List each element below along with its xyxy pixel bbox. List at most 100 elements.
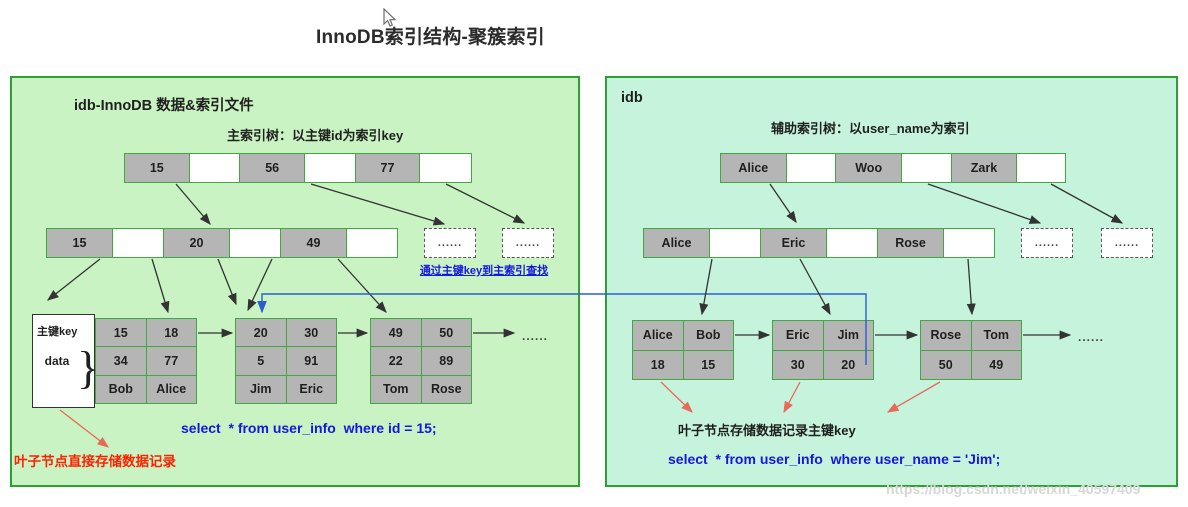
leaf-row: Tom Rose (371, 375, 471, 403)
node-key-cell[interactable]: 49 (281, 229, 347, 257)
page-title: InnoDB索引结构-聚簇索引 (316, 27, 545, 48)
node-key-cell[interactable]: Rose (878, 229, 944, 257)
leaf-row: 22 89 (371, 347, 471, 376)
secondary-root-node[interactable]: Alice Woo Zark (720, 153, 1066, 183)
primary-level2-node[interactable]: 15 20 49 (46, 228, 398, 258)
leaf-cell[interactable]: 5 (236, 347, 287, 375)
secondary-panel-title: idb (621, 90, 643, 106)
node-pointer-cell[interactable] (1017, 154, 1066, 182)
leaf-cell[interactable]: Jim (823, 321, 873, 350)
secondary-leaf-tail-dots: ...... (1078, 330, 1105, 344)
node-key-cell[interactable]: Alice (721, 154, 787, 182)
secondary-leaf-node[interactable]: Alice Bob 18 15 (632, 320, 734, 380)
primary-leaf-tail-dots: ...... (522, 329, 549, 343)
leaf-row: Alice Bob (633, 321, 733, 351)
leaf-cell[interactable]: Alice (146, 375, 196, 403)
leaf-legend-key-label: 主键key (37, 326, 78, 338)
leaf-row: 34 77 (96, 347, 196, 376)
node-pointer-cell[interactable] (827, 229, 878, 257)
node-key-cell[interactable]: Eric (761, 229, 827, 257)
node-pointer-cell[interactable] (347, 229, 397, 257)
leaf-cell[interactable]: Eric (773, 321, 824, 350)
leaf-cell[interactable]: 50 (421, 319, 471, 347)
primary-panel-title: idb-InnoDB 数据&索引文件 (74, 98, 254, 114)
secondary-level2-node[interactable]: Alice Eric Rose (643, 228, 995, 258)
leaf-cell[interactable]: 49 (971, 350, 1021, 379)
leaf-cell[interactable]: 18 (633, 350, 684, 379)
secondary-sql-annotation: select * from user_info where user_name … (668, 451, 1001, 467)
leaf-cell[interactable]: Rose (921, 321, 972, 350)
secondary-tree-title: 辅助索引树：以user_name为索引 (771, 121, 970, 136)
leaf-store-annotation: 叶子节点直接存储数据记录 (14, 454, 176, 469)
leaf-row: 30 20 (773, 350, 873, 379)
leaf-legend-box: 主键key data } (32, 314, 99, 408)
leaf-cell[interactable]: 30 (773, 350, 824, 379)
leaf-cell[interactable]: 89 (421, 347, 471, 375)
leaf-cell[interactable]: Rose (421, 375, 471, 403)
leaf-cell[interactable]: 34 (96, 347, 147, 375)
leaf-cell[interactable]: 30 (286, 319, 336, 347)
primary-ellipsis-node: ...... (424, 228, 476, 258)
curly-brace-icon: } (77, 342, 100, 393)
leaf-cell[interactable]: 50 (921, 350, 972, 379)
secondary-ellipsis-node: ...... (1021, 228, 1073, 258)
leaf-row: 18 15 (633, 350, 733, 379)
leaf-cell[interactable]: 20 (823, 350, 873, 379)
watermark: https://blog.csdn.net/weixin_40597409 (886, 481, 1141, 497)
leaf-cell[interactable]: 20 (236, 319, 287, 347)
leaf-cell[interactable]: Tom (371, 375, 422, 403)
node-key-cell[interactable]: 77 (355, 154, 421, 182)
node-pointer-cell[interactable] (304, 154, 356, 182)
leaf-cell[interactable]: Eric (286, 375, 336, 403)
leaf-cell[interactable]: 15 (683, 350, 733, 379)
diagram-canvas: InnoDB索引结构-聚簇索引 idb-InnoDB 数据&索引文件 主索引树：… (0, 0, 1188, 507)
primary-root-node[interactable]: 15 56 77 (124, 153, 472, 183)
node-key-cell[interactable]: 56 (240, 154, 305, 182)
leaf-cell[interactable]: Bob (683, 321, 733, 350)
node-key-cell[interactable]: 15 (47, 229, 113, 257)
leaf-cell[interactable]: Bob (96, 375, 147, 403)
node-key-cell[interactable]: Woo (836, 154, 902, 182)
leaf-cell[interactable]: 49 (371, 319, 422, 347)
primary-ellipsis-node: ...... (502, 228, 554, 258)
node-pointer-cell[interactable] (113, 229, 164, 257)
node-key-cell[interactable]: Zark (951, 154, 1018, 182)
leaf-row: Jim Eric (236, 375, 336, 403)
mouse-pointer-icon (383, 8, 397, 27)
node-pointer-cell[interactable] (901, 154, 952, 182)
leaf-cell[interactable]: 91 (286, 347, 336, 375)
leaf-row: 50 49 (921, 350, 1021, 379)
lookup-annotation: 通过主键key到主索引查找 (419, 265, 549, 277)
leaf-cell[interactable]: Jim (236, 375, 287, 403)
node-pointer-cell[interactable] (710, 229, 761, 257)
node-pointer-cell[interactable] (230, 229, 281, 257)
leaf-row: 5 91 (236, 347, 336, 376)
leaf-cell[interactable]: Tom (971, 321, 1021, 350)
leaf-row: 15 18 (96, 319, 196, 348)
leaf-row: Rose Tom (921, 321, 1021, 351)
primary-leaf-node[interactable]: 20 30 5 91 Jim Eric (235, 318, 337, 404)
node-pointer-cell[interactable] (189, 154, 241, 182)
leaf-cell[interactable]: Alice (633, 321, 684, 350)
leaf-row: Eric Jim (773, 321, 873, 351)
leaf-cell[interactable]: 22 (371, 347, 422, 375)
node-pointer-cell[interactable] (420, 154, 471, 182)
node-key-cell[interactable]: 20 (164, 229, 230, 257)
primary-tree-title: 主索引树：以主键id为索引key (227, 128, 404, 143)
node-key-cell[interactable]: Alice (644, 229, 710, 257)
leaf-cell[interactable]: 18 (146, 319, 196, 347)
leaf-legend-data-label: data (44, 354, 70, 368)
secondary-leaf-store-annotation: 叶子节点存储数据记录主键key (678, 423, 856, 438)
primary-leaf-node[interactable]: 15 18 34 77 Bob Alice (95, 318, 197, 404)
primary-leaf-node[interactable]: 49 50 22 89 Tom Rose (370, 318, 472, 404)
secondary-ellipsis-node: ...... (1101, 228, 1153, 258)
leaf-cell[interactable]: 15 (96, 319, 147, 347)
secondary-leaf-node[interactable]: Rose Tom 50 49 (920, 320, 1022, 380)
secondary-leaf-node[interactable]: Eric Jim 30 20 (772, 320, 874, 380)
leaf-row: Bob Alice (96, 375, 196, 403)
leaf-cell[interactable]: 77 (146, 347, 196, 375)
node-key-cell[interactable]: 15 (125, 154, 190, 182)
leaf-row: 20 30 (236, 319, 336, 348)
node-pointer-cell[interactable] (786, 154, 837, 182)
node-pointer-cell[interactable] (944, 229, 994, 257)
